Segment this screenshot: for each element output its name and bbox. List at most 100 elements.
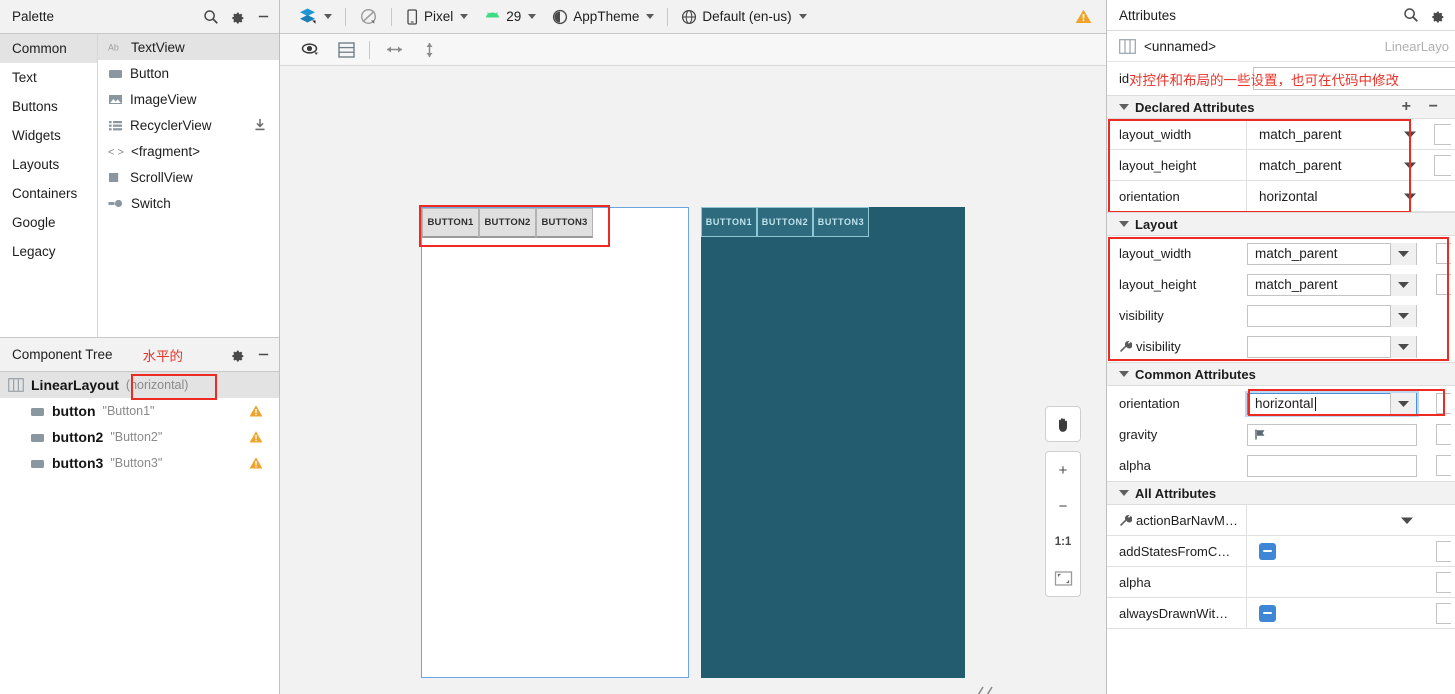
attribute-value[interactable]: match_parent: [1247, 158, 1455, 173]
palette-category-legacy[interactable]: Legacy: [0, 237, 97, 266]
warning-triangle-icon[interactable]: [249, 405, 263, 418]
tree-item-linearlayout[interactable]: LinearLayout (horizontal): [0, 372, 279, 400]
palette-item-recyclerview[interactable]: RecyclerView: [98, 112, 279, 138]
chevron-down-icon[interactable]: [1404, 161, 1416, 170]
tree-item-button[interactable]: button "Button1": [0, 398, 279, 424]
common-attributes-header[interactable]: Common Attributes: [1107, 362, 1455, 386]
search-icon[interactable]: [1403, 7, 1419, 23]
layout-section-header[interactable]: Layout: [1107, 212, 1455, 236]
gravity-input[interactable]: [1247, 423, 1417, 446]
zoom-in-button[interactable]: +: [1046, 452, 1080, 488]
vertical-arrow-icon[interactable]: [414, 38, 445, 62]
device-preview-design[interactable]: BUTTON1 BUTTON2 BUTTON3: [421, 207, 689, 678]
attribute-input[interactable]: match_parent: [1247, 273, 1417, 296]
gear-icon[interactable]: [230, 347, 245, 362]
common-row-orientation[interactable]: orientation horizontal: [1107, 388, 1455, 419]
pan-tool-button[interactable]: [1045, 406, 1081, 442]
blueprint-toggle-button[interactable]: [351, 4, 386, 30]
warning-triangle-icon[interactable]: [249, 431, 263, 444]
palette-category-common[interactable]: Common: [0, 34, 97, 63]
all-attributes-header[interactable]: All Attributes: [1107, 481, 1455, 505]
zoom-actual-size-button[interactable]: 1:1: [1046, 524, 1080, 560]
palette-category-buttons[interactable]: Buttons: [0, 92, 97, 121]
eye-icon[interactable]: [292, 38, 329, 62]
id-row[interactable]: id 对控件和布局的一些设置，也可在代码中修改: [1107, 62, 1455, 95]
attribute-input[interactable]: [1247, 304, 1417, 327]
attribute-value[interactable]: match_parent: [1247, 127, 1455, 142]
component-tree-annotation: 水平的: [142, 348, 184, 364]
tree-item-button3[interactable]: button3 "Button3": [0, 450, 279, 476]
search-icon[interactable]: [203, 9, 219, 25]
all-row-alwaysdrawnwithcache[interactable]: alwaysDrawnWit…: [1107, 598, 1455, 629]
locale-selector[interactable]: Default (en-us): [673, 4, 814, 30]
palette-item-button[interactable]: Button: [98, 60, 279, 86]
layout-row-visibility[interactable]: visibility: [1107, 300, 1455, 331]
chevron-down-icon[interactable]: [1390, 392, 1416, 415]
chevron-down-icon[interactable]: [1404, 130, 1416, 139]
common-row-gravity[interactable]: gravity: [1107, 419, 1455, 450]
device-preview-blueprint[interactable]: BUTTON1 BUTTON2 BUTTON3: [701, 207, 965, 678]
component-name: <unnamed>: [1144, 38, 1217, 54]
chevron-down-icon[interactable]: [1390, 242, 1416, 265]
add-attribute-button[interactable]: +: [1402, 98, 1411, 116]
download-icon[interactable]: [253, 118, 267, 132]
palette-item-switch[interactable]: Switch: [98, 190, 279, 216]
palette-category-layouts[interactable]: Layouts: [0, 150, 97, 179]
theme-selector[interactable]: AppTheme: [544, 4, 662, 30]
layout-row-layout-height[interactable]: layout_height match_parent: [1107, 269, 1455, 300]
tree-item-button2[interactable]: button2 "Button2": [0, 424, 279, 450]
declared-row-layout-width[interactable]: layout_width match_parent: [1107, 119, 1455, 150]
palette-item-fragment[interactable]: < > <fragment>: [98, 138, 279, 164]
blueprint-button-3[interactable]: BUTTON3: [813, 207, 869, 237]
canvas-resize-handle[interactable]: [970, 683, 996, 694]
orientation-input[interactable]: horizontal: [1247, 392, 1417, 415]
attribute-input[interactable]: [1247, 335, 1417, 358]
common-row-alpha[interactable]: alpha: [1107, 450, 1455, 481]
attribute-value[interactable]: horizontal: [1247, 189, 1455, 204]
gear-icon[interactable]: [1430, 8, 1445, 23]
chevron-down-icon[interactable]: [1390, 304, 1416, 327]
all-row-addstatesfromchildren[interactable]: addStatesFromC…: [1107, 536, 1455, 567]
zoom-fit-button[interactable]: [1046, 560, 1080, 596]
fit-icon: [1054, 570, 1073, 587]
palette-category-containers[interactable]: Containers: [0, 179, 97, 208]
layout-row-layout-width[interactable]: layout_width match_parent: [1107, 238, 1455, 269]
gear-icon[interactable]: [230, 9, 245, 24]
blueprint-button-1[interactable]: BUTTON1: [701, 207, 757, 237]
attribute-checkbox[interactable]: [1259, 542, 1276, 560]
attribute-checkbox[interactable]: [1259, 604, 1276, 622]
device-selector[interactable]: Pixel: [397, 4, 476, 30]
warning-triangle-icon[interactable]: [1075, 9, 1092, 24]
chevron-down-icon[interactable]: [1390, 335, 1416, 358]
layout-row-visibility-tools[interactable]: visibility: [1107, 331, 1455, 362]
selected-component-row[interactable]: <unnamed> LinearLayo: [1107, 31, 1455, 62]
minimize-icon[interactable]: [256, 347, 271, 362]
remove-attribute-button[interactable]: −: [1429, 98, 1438, 116]
declared-row-orientation[interactable]: orientation horizontal: [1107, 181, 1455, 212]
design-canvas[interactable]: BUTTON1 BUTTON2 BUTTON3 BUTTON1 BUTTON2 …: [280, 66, 1106, 694]
attribute-input[interactable]: match_parent: [1247, 242, 1417, 265]
blueprint-button-2[interactable]: BUTTON2: [757, 207, 813, 237]
list-layout-icon[interactable]: [329, 38, 364, 62]
design-subtoolbar: [280, 34, 1106, 66]
horizontal-arrow-icon[interactable]: [375, 38, 414, 62]
all-row-actionbarnavmode[interactable]: actionBarNavM…: [1107, 505, 1455, 536]
declared-row-layout-height[interactable]: layout_height match_parent: [1107, 150, 1455, 181]
palette-category-widgets[interactable]: Widgets: [0, 121, 97, 150]
alpha-input[interactable]: [1247, 454, 1417, 477]
palette-item-imageview[interactable]: ImageView: [98, 86, 279, 112]
palette-category-google[interactable]: Google: [0, 208, 97, 237]
palette-item-scrollview[interactable]: ScrollView: [98, 164, 279, 190]
declared-attributes-header[interactable]: Declared Attributes + −: [1107, 95, 1455, 119]
palette-item-textview[interactable]: Ab TextView: [98, 34, 279, 60]
palette-category-text[interactable]: Text: [0, 63, 97, 92]
chevron-down-icon[interactable]: [1401, 516, 1413, 525]
chevron-down-icon[interactable]: [1390, 273, 1416, 296]
all-row-alpha[interactable]: alpha: [1107, 567, 1455, 598]
api-selector[interactable]: 29: [476, 4, 544, 30]
zoom-out-button[interactable]: −: [1046, 488, 1080, 524]
minimize-icon[interactable]: [256, 9, 271, 24]
design-mode-button[interactable]: [290, 4, 340, 30]
warning-triangle-icon[interactable]: [249, 457, 263, 470]
chevron-down-icon[interactable]: [1404, 192, 1416, 201]
